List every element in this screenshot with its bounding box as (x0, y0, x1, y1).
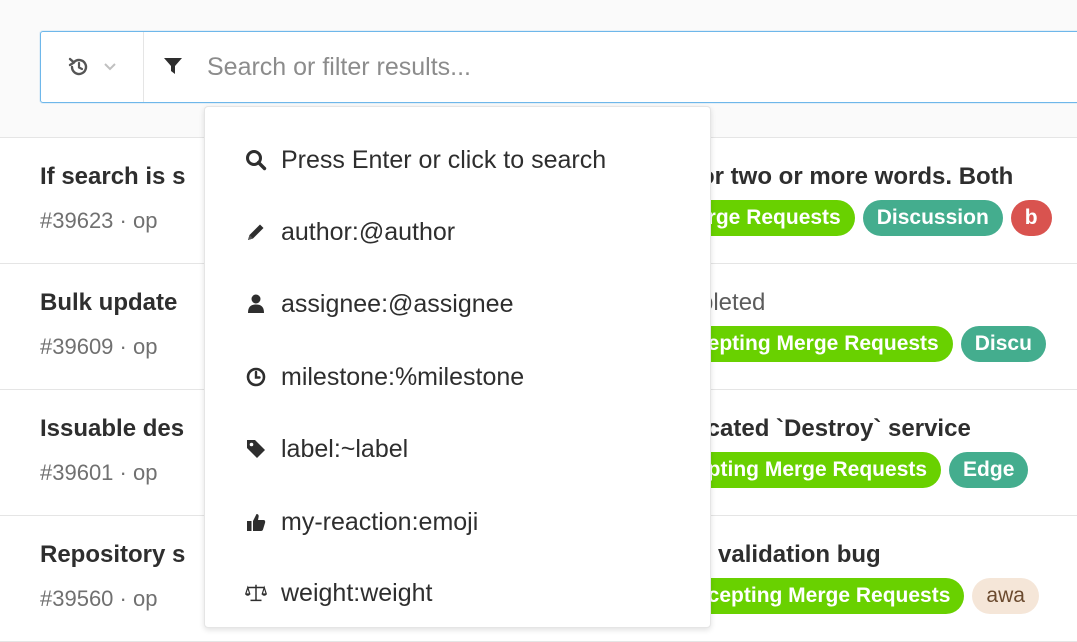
issue-title[interactable]: Issuable des (40, 415, 184, 443)
issue-labels: cepting Merge Requests Discu (682, 326, 1046, 362)
dropdown-item-label: weight:weight (281, 578, 433, 607)
pencil-icon (245, 221, 267, 243)
issue-meta: #39560 · op (40, 586, 158, 611)
dropdown-item-label: my-reaction:emoji (281, 507, 479, 536)
issue-title-continued[interactable]: or two or more words. Both (700, 163, 1013, 191)
thumbs-up-icon (245, 511, 267, 533)
search-box (40, 31, 1077, 103)
filter-dropdown: Press Enter or click to search author:@a… (204, 106, 711, 628)
filter-icon (163, 56, 183, 81)
label-badge[interactable]: epting Merge Requests (682, 452, 942, 488)
dropdown-item-assignee[interactable]: assignee:@assignee (245, 284, 513, 324)
dropdown-item-my-reaction[interactable]: my-reaction:emoji (245, 502, 478, 542)
dropdown-item-weight[interactable]: weight:weight (245, 573, 432, 613)
dropdown-item-label: author:@author (281, 217, 456, 246)
label-badge[interactable]: ccepting Merge Requests (682, 578, 965, 614)
clock-icon (245, 366, 267, 388)
issue-title[interactable]: If search is s (40, 163, 185, 191)
recent-searches-button[interactable] (41, 32, 144, 102)
label-badge[interactable]: Discu (960, 326, 1046, 362)
search-icon (245, 149, 267, 171)
issue-labels: ccepting Merge Requests awa (682, 578, 1039, 614)
balance-scale-icon (245, 582, 267, 604)
dropdown-item-author[interactable]: author:@author (245, 212, 455, 252)
issue-labels: epting Merge Requests Edge (682, 452, 1029, 488)
dropdown-item-label: label:~label (281, 434, 409, 463)
label-badge[interactable]: cepting Merge Requests (682, 326, 953, 362)
chevron-down-icon (103, 62, 117, 72)
dropdown-item-milestone[interactable]: milestone:%milestone (245, 357, 524, 397)
issue-title-continued[interactable]: icated `Destroy` service (700, 415, 971, 443)
history-icon (67, 55, 91, 79)
issue-meta: #39609 · op (40, 334, 158, 359)
issue-meta: #39601 · op (40, 460, 158, 485)
dropdown-item-search[interactable]: Press Enter or click to search (245, 140, 606, 180)
issue-title-continued[interactable]: " validation bug (700, 541, 881, 569)
dropdown-item-label-filter[interactable]: label:~label (245, 429, 408, 469)
user-icon (245, 293, 267, 315)
issue-labels: erge Requests Discussion b (682, 200, 1052, 236)
label-badge[interactable]: awa (972, 578, 1039, 614)
dropdown-item-label: milestone:%milestone (281, 362, 525, 391)
issue-meta: #39623 · op (40, 208, 158, 233)
dropdown-item-label: Press Enter or click to search (281, 145, 607, 174)
issue-title[interactable]: Repository s (40, 541, 185, 569)
issue-title[interactable]: Bulk update (40, 289, 177, 317)
tag-icon (245, 438, 267, 460)
dropdown-item-label: assignee:@assignee (281, 289, 514, 318)
label-badge[interactable]: Edge (949, 452, 1029, 488)
label-badge[interactable]: b (1010, 200, 1052, 236)
label-badge[interactable]: Discussion (862, 200, 1003, 236)
search-input[interactable] (205, 46, 1009, 88)
